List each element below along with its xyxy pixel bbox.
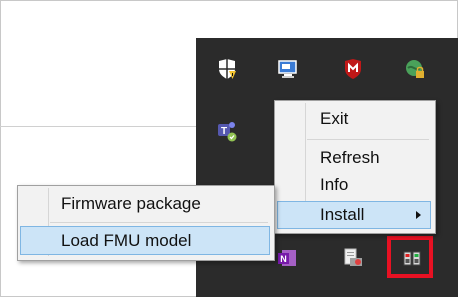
submenu-item-firmware-package[interactable]: Firmware package (20, 190, 270, 218)
submenu-item-load-fmu-model[interactable]: Load FMU model (20, 226, 270, 255)
menu-item-exit[interactable]: Exit (277, 105, 431, 133)
menu-item-install[interactable]: Install (277, 201, 431, 229)
submenu-item-firmware-package-label: Firmware package (61, 194, 201, 213)
network-lock-icon[interactable] (404, 58, 426, 80)
windows-security-warning-icon[interactable] (216, 58, 238, 80)
tray-context-menu: Exit Refresh Info Install (274, 100, 436, 234)
menu-separator (307, 139, 429, 140)
background-divider (0, 126, 200, 127)
submenu-arrow-icon (416, 211, 421, 219)
menu-item-info-label: Info (320, 175, 349, 194)
onenote-icon[interactable]: N (276, 247, 298, 269)
remote-desktop-icon[interactable] (277, 58, 299, 80)
fmu-icon-highlight (387, 236, 433, 278)
svg-text:T: T (221, 126, 227, 137)
menu-item-refresh[interactable]: Refresh (277, 144, 431, 172)
menu-item-refresh-label: Refresh (320, 148, 380, 167)
teams-icon[interactable]: T (216, 120, 238, 142)
mcafee-shield-icon[interactable] (342, 58, 364, 80)
menu-item-install-label: Install (320, 205, 365, 224)
menu-item-exit-label: Exit (320, 109, 349, 128)
printer-queue-icon[interactable] (342, 247, 364, 269)
install-submenu: Firmware package Load FMU model (17, 185, 275, 261)
menu-item-info[interactable]: Info (277, 171, 431, 199)
svg-text:N: N (280, 254, 287, 264)
submenu-item-load-fmu-model-label: Load FMU model (61, 230, 192, 250)
submenu-separator (50, 222, 268, 223)
